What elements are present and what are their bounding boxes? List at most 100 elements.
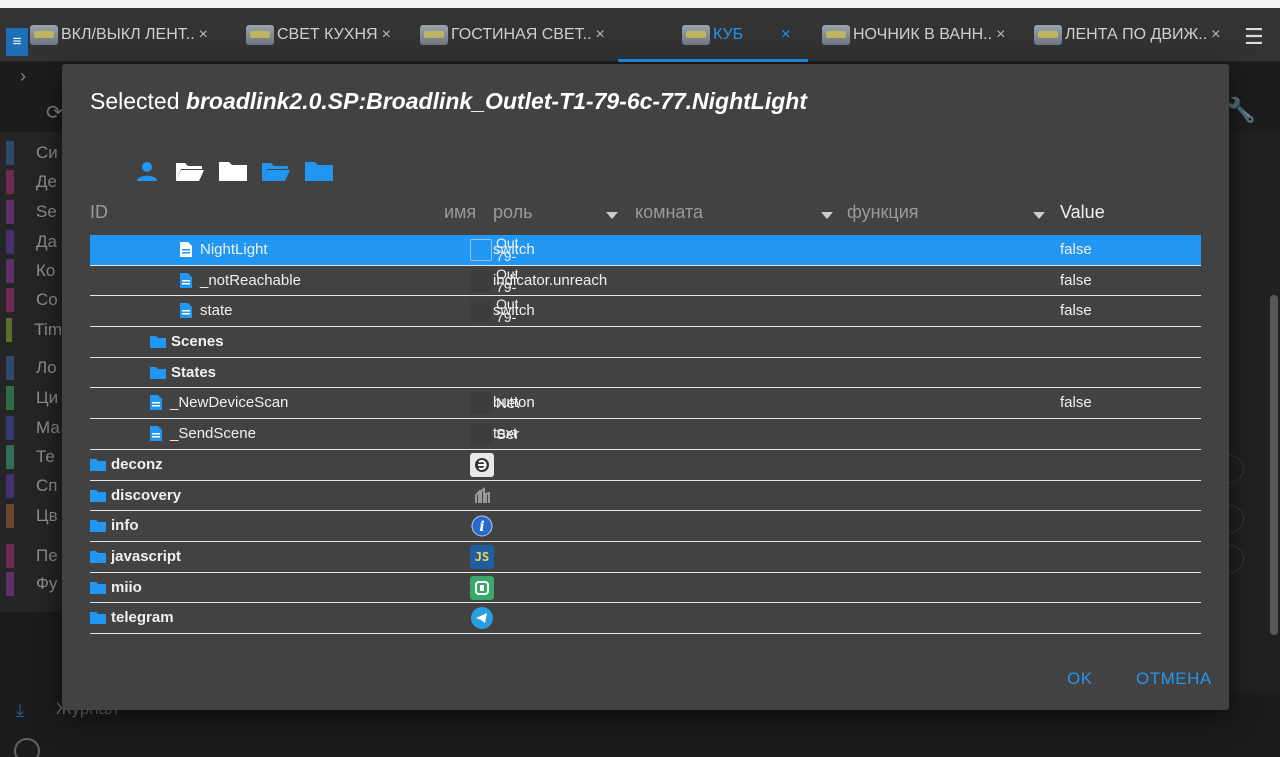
row-value: false [1060,302,1092,320]
room-label: комната [635,202,704,222]
row-id[interactable]: States [150,364,216,381]
table-row[interactable]: info i [90,511,1201,542]
select-id-dialog: Selected broadlink2.0.SP:Broadlink_Outle… [62,64,1229,710]
row-value: false [1060,394,1092,412]
row-id[interactable]: info [90,517,139,534]
file-icon [150,426,170,442]
object-icon [470,392,492,415]
table-row[interactable]: States [90,358,1201,389]
tab-label: ГОСТИНАЯ СВЕТ.. [451,26,592,43]
table-row[interactable]: Scenes [90,327,1201,358]
folder-icon [150,366,171,379]
column-header-name[interactable]: имя [444,202,476,223]
close-icon[interactable]: × [382,26,391,44]
cancel-button[interactable]: ОТМЕНА [1136,669,1212,689]
row-id-label: miio [111,578,142,596]
row-id-label: NightLight [200,241,268,258]
table-row[interactable]: _SendScene Ser text [90,419,1201,450]
row-id[interactable]: NightLight [180,241,268,258]
folder-icon [90,489,111,502]
object-tree-table: NightLight Out 79- switch false _notReachable… [90,235,1201,634]
tab-1[interactable]: СВЕТ КУХНЯ × [246,8,391,62]
adapter-icon-cell [470,450,494,480]
row-id-label: telegram [111,609,174,627]
close-icon[interactable]: × [1211,26,1220,44]
tab-thumbnail-icon [30,25,58,45]
tab-5[interactable]: ЛЕНТА ПО ДВИЖ.. × [1034,8,1221,62]
deconz-icon [470,452,494,477]
close-icon[interactable]: × [596,26,605,44]
folder-open-blue-icon[interactable] [259,158,292,184]
browser-top-strip [0,0,1280,8]
user-icon[interactable] [130,158,163,184]
tab-thumbnail-icon [682,25,710,45]
javascript-logo-text: JS [470,544,494,569]
folder-blue-icon[interactable] [302,158,335,184]
table-row[interactable]: javascript JS [90,542,1201,573]
object-icon [470,300,492,323]
row-id[interactable]: _NewDeviceScan [150,394,288,411]
row-id[interactable]: _SendScene [150,425,256,442]
row-id-label: discovery [111,486,182,504]
row-id[interactable]: state [180,302,233,319]
column-header-value[interactable]: Value [1060,202,1105,223]
folder-icon [90,611,111,625]
table-row[interactable]: telegram [90,603,1201,634]
row-id-label: deconz [111,455,163,473]
table-row[interactable]: state Out 79- switch false [90,296,1201,328]
column-header-function[interactable]: функция [847,202,919,223]
row-id[interactable]: javascript [90,548,181,565]
ok-button[interactable]: OK [1067,669,1093,689]
table-row[interactable]: deconz [90,450,1201,481]
column-header-role[interactable]: роль [493,202,533,223]
column-header-id[interactable]: ID [90,202,108,223]
miio-icon [470,575,494,600]
object-icon [470,423,492,446]
table-row[interactable]: discovery [90,481,1201,512]
tab-label: СВЕТ КУХНЯ [277,26,378,43]
tab-label: ВКЛ/ВЫКЛ ЛЕНТ.. [61,26,195,43]
row-id-label: Scenes [171,333,224,351]
column-header-room[interactable]: комната [635,202,703,223]
close-icon[interactable]: × [781,26,790,44]
tab-4[interactable]: НОЧНИК В ВАНН.. × [822,8,1005,62]
tab-2[interactable]: ГОСТИНАЯ СВЕТ.. × [420,8,605,62]
menu-lines-icon[interactable]: ☰ [1244,24,1264,50]
tab-0[interactable]: ВКЛ/ВЫКЛ ЛЕНТ.. × [30,8,208,62]
row-id-label: _SendScene [170,425,256,443]
row-id[interactable]: miio [90,579,142,596]
row-value: false [1060,241,1092,258]
table-row[interactable]: _notReachable Out 79- indicator.unreach fals… [90,266,1201,297]
file-icon [150,395,170,411]
row-id[interactable]: Scenes [150,333,224,350]
row-role: switch [493,241,535,258]
row-id[interactable]: telegram [90,609,174,626]
row-id-label: javascript [111,547,182,565]
row-id[interactable]: discovery [90,487,181,504]
table-row[interactable]: _NewDeviceScan Ne\ button false [90,388,1201,420]
table-row[interactable]: NightLight Out 79- switch false [90,235,1201,266]
row-id-label: state [200,302,233,320]
table-row[interactable]: miio [90,573,1201,604]
row-role: text [493,425,518,443]
row-id[interactable]: deconz [90,456,163,473]
folder-closed-icon[interactable] [216,158,249,184]
javascript-icon: JS [470,544,494,569]
menu-icon[interactable]: ≡ [6,28,28,56]
tab-thumbnail-icon [246,25,274,45]
close-icon[interactable]: × [996,26,1005,44]
tab-label: КУБ [713,26,744,43]
tab-3[interactable]: КУБ × [682,8,791,62]
row-id[interactable]: _notReachable [180,272,301,289]
info-icon: i [470,514,494,538]
close-icon[interactable]: × [199,26,208,44]
row-id-label: info [111,517,139,535]
file-icon [180,272,200,288]
tab-thumbnail-icon [420,25,448,45]
row-role: button [493,394,535,412]
title-prefix: Selected [90,88,180,114]
chevron-down-icon [1033,212,1045,219]
folder-icon [90,550,111,563]
folder-open-icon[interactable] [173,158,206,184]
tab-thumbnail-icon [822,25,850,45]
